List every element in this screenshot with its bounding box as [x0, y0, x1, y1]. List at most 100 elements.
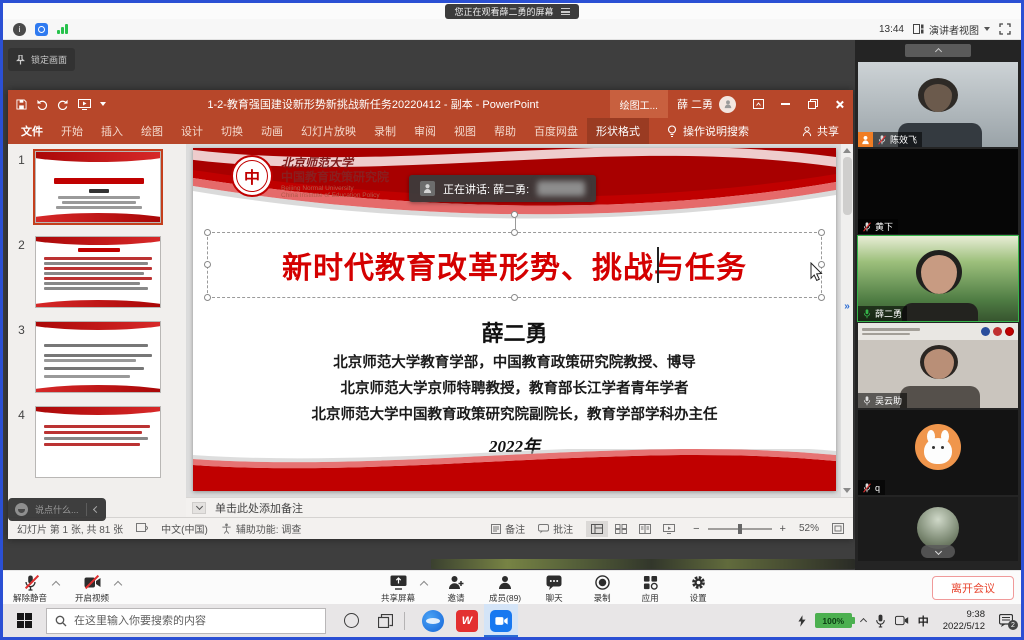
- resize-handle[interactable]: [818, 229, 825, 236]
- display-settings-icon[interactable]: [136, 523, 148, 534]
- apps-button[interactable]: 应用: [635, 574, 665, 604]
- tab-home[interactable]: 开始: [52, 118, 92, 144]
- ime-indicator[interactable]: 中: [918, 613, 929, 629]
- account-button[interactable]: 薛 二勇: [668, 96, 745, 113]
- resize-handle[interactable]: [818, 261, 825, 268]
- view-mode-selector[interactable]: 演讲者视图: [913, 22, 990, 37]
- resize-handle[interactable]: [818, 294, 825, 301]
- security-icon[interactable]: [35, 23, 48, 36]
- reading-view-button[interactable]: [634, 521, 656, 537]
- close-button[interactable]: [826, 90, 853, 118]
- tab-insert[interactable]: 插入: [92, 118, 132, 144]
- slideshow-icon[interactable]: [78, 99, 91, 110]
- collapse-left-icon[interactable]: [92, 506, 99, 513]
- customize-qat-icon[interactable]: [100, 102, 106, 106]
- slide-3-thumbnail[interactable]: [35, 321, 161, 393]
- taskbar-search[interactable]: [46, 608, 326, 634]
- leave-meeting-button[interactable]: 离开会议: [932, 576, 1014, 600]
- comments-toggle-button[interactable]: 批注: [538, 521, 573, 536]
- taskbar-clock[interactable]: 9:38 2022/5/12: [943, 609, 985, 632]
- record-button[interactable]: 录制: [587, 574, 617, 604]
- network-signal-icon[interactable]: [57, 24, 68, 34]
- zoom-slider-thumb[interactable]: [738, 524, 742, 534]
- slide-1-thumbnail[interactable]: [35, 151, 161, 223]
- camera-options-chevron[interactable]: [114, 581, 122, 589]
- drawing-tools-header[interactable]: 绘图工...: [610, 90, 668, 118]
- participant-video-4[interactable]: 吴云助: [858, 323, 1018, 408]
- thumbnail-row-1[interactable]: 1: [8, 151, 186, 223]
- meeting-app-icon[interactable]: [484, 604, 518, 637]
- settings-button[interactable]: 设置: [683, 574, 713, 604]
- cortana-icon[interactable]: [344, 613, 359, 628]
- tab-file[interactable]: 文件: [12, 118, 52, 144]
- slide-counter[interactable]: 幻灯片 第 1 张, 共 81 张: [17, 521, 123, 536]
- resize-handle[interactable]: [204, 229, 211, 236]
- undo-icon[interactable]: [36, 99, 48, 110]
- participant-video-5[interactable]: q: [858, 410, 1018, 495]
- scroll-up-icon[interactable]: [843, 148, 851, 153]
- tell-me-search[interactable]: 操作说明搜索: [659, 118, 757, 144]
- accessibility-status[interactable]: 辅助功能: 调查: [221, 521, 302, 536]
- unmute-button[interactable]: 解除静音: [13, 574, 47, 604]
- tab-review[interactable]: 审阅: [405, 118, 445, 144]
- minimize-button[interactable]: [772, 90, 799, 118]
- thumbnail-row-2[interactable]: 2: [8, 236, 186, 308]
- slide-scrollbar[interactable]: »: [840, 144, 853, 497]
- slide-2-thumbnail[interactable]: [35, 236, 161, 308]
- title-text-box[interactable]: 新时代教育改革形势、挑战与任务: [207, 232, 822, 298]
- share-button[interactable]: 共享: [792, 118, 849, 144]
- resize-handle[interactable]: [204, 261, 211, 268]
- tray-expand-chevron[interactable]: [860, 618, 867, 625]
- zoom-out-button[interactable]: −: [693, 523, 699, 535]
- browser-app-icon[interactable]: [416, 604, 450, 637]
- task-view-icon[interactable]: [378, 614, 393, 628]
- slideshow-view-button[interactable]: [658, 521, 680, 537]
- resize-handle[interactable]: [511, 294, 518, 301]
- notes-pane[interactable]: 单击此处添加备注: [186, 497, 853, 517]
- info-icon[interactable]: i: [13, 23, 26, 36]
- members-button[interactable]: 成员(89): [489, 574, 521, 604]
- fullscreen-icon[interactable]: [999, 23, 1011, 35]
- search-input[interactable]: [74, 615, 317, 627]
- participant-video-1[interactable]: 陈效飞: [858, 62, 1018, 147]
- save-icon[interactable]: [16, 99, 27, 110]
- tab-help[interactable]: 帮助: [485, 118, 525, 144]
- redo-icon[interactable]: [57, 99, 69, 110]
- resize-handle[interactable]: [204, 294, 211, 301]
- start-button[interactable]: [3, 604, 46, 637]
- tab-design[interactable]: 设计: [172, 118, 212, 144]
- slide-4-thumbnail[interactable]: [35, 406, 161, 478]
- resize-handle[interactable]: [511, 229, 518, 236]
- tab-slideshow[interactable]: 幻灯片放映: [292, 118, 365, 144]
- tray-mic-icon[interactable]: [875, 614, 886, 628]
- ribbon-display-button[interactable]: [745, 90, 772, 118]
- mic-options-chevron[interactable]: [52, 581, 60, 589]
- tab-shape-format[interactable]: 形状格式: [587, 118, 649, 144]
- share-banner-pill[interactable]: 您正在观看薛二勇的屏幕: [445, 4, 578, 19]
- battery-indicator[interactable]: 100%: [815, 613, 852, 628]
- tab-animations[interactable]: 动画: [252, 118, 292, 144]
- sidebar-collapse-button[interactable]: [905, 44, 971, 57]
- invite-button[interactable]: 邀请: [441, 574, 471, 604]
- pin-view-button[interactable]: 锁定画面: [8, 48, 75, 71]
- notification-center-button[interactable]: 2: [999, 614, 1013, 627]
- tab-transitions[interactable]: 切换: [212, 118, 252, 144]
- tab-view[interactable]: 视图: [445, 118, 485, 144]
- tab-baidu-netdisk[interactable]: 百度网盘: [525, 118, 587, 144]
- zoom-slider[interactable]: [708, 528, 772, 530]
- slide-sorter-view-button[interactable]: [610, 521, 632, 537]
- wps-app-icon[interactable]: W: [450, 604, 484, 637]
- tab-record[interactable]: 录制: [365, 118, 405, 144]
- emoji-icon[interactable]: [15, 503, 28, 516]
- start-video-button[interactable]: 开启视频: [75, 574, 109, 604]
- participant-video-6[interactable]: [858, 497, 1018, 561]
- menu-icon[interactable]: [561, 8, 570, 15]
- chat-button[interactable]: 聊天: [539, 574, 569, 604]
- fit-to-window-icon[interactable]: [832, 523, 844, 534]
- thumbnail-row-3[interactable]: 3: [8, 321, 186, 393]
- restore-button[interactable]: [799, 90, 826, 118]
- scroll-thumb[interactable]: [843, 157, 852, 215]
- zoom-in-button[interactable]: +: [780, 523, 786, 535]
- zoom-percentage[interactable]: 52%: [799, 523, 819, 534]
- scroll-down-icon[interactable]: [843, 488, 851, 493]
